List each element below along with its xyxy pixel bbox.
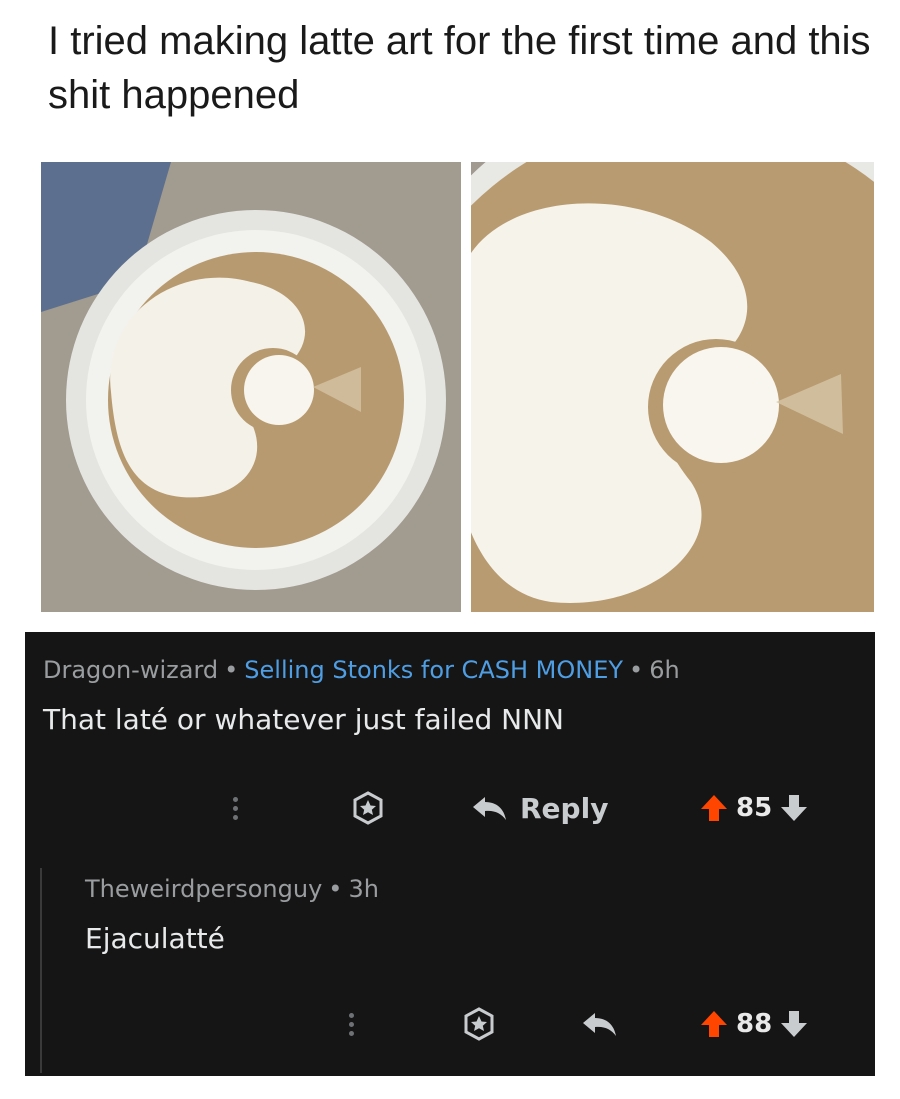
comment-2-meta: Theweirdpersonguy • 3h [85, 875, 379, 903]
more-vertical-icon[interactable] [233, 788, 238, 828]
comment-1-vote: 85 [700, 788, 808, 828]
reply-button[interactable] [580, 1004, 618, 1044]
reply-arrow-icon [583, 1013, 616, 1036]
downvote-arrow-icon[interactable] [780, 793, 808, 823]
reply-label: Reply [520, 791, 609, 825]
comment-2-vote: 88 [700, 1004, 808, 1044]
upvote-arrow-icon[interactable] [700, 1009, 728, 1039]
latte-photo-right [471, 162, 874, 612]
comment-1-meta: Dragon-wizard • Selling Stonks for CASH MO… [43, 656, 680, 684]
downvote-arrow-icon[interactable] [780, 1009, 808, 1039]
reply-arrow-icon [473, 797, 506, 820]
comment-1-actions: Reply 85 [0, 788, 900, 828]
comment-2-author[interactable]: Theweirdpersonguy [85, 875, 322, 903]
comment-1-score: 85 [736, 793, 773, 823]
award-icon[interactable] [461, 1004, 497, 1044]
comment-1-author[interactable]: Dragon-wizard [43, 656, 218, 684]
comment-1-flair: Selling Stonks for CASH MONEY [244, 656, 624, 684]
post-caption: I tried making latte art for the first t… [48, 19, 871, 117]
comment-2-text: Ejaculatté [85, 922, 225, 955]
comment-2-age: 3h [348, 875, 379, 903]
reply-button[interactable]: Reply [470, 788, 608, 828]
separator-dot: • [328, 875, 343, 903]
comment-1-age: 6h [649, 656, 680, 684]
latte-photos [41, 162, 874, 612]
separator-dot: • [629, 656, 644, 684]
award-icon[interactable] [350, 788, 386, 828]
more-vertical-icon[interactable] [349, 1004, 354, 1044]
upvote-arrow-icon[interactable] [700, 793, 728, 823]
separator-dot: • [224, 656, 239, 684]
comment-2-score: 88 [736, 1009, 773, 1039]
latte-photo-left [41, 162, 461, 612]
comment-1-text: That laté or whatever just failed NNN [43, 703, 564, 736]
comment-2-actions: 88 [0, 1004, 900, 1044]
